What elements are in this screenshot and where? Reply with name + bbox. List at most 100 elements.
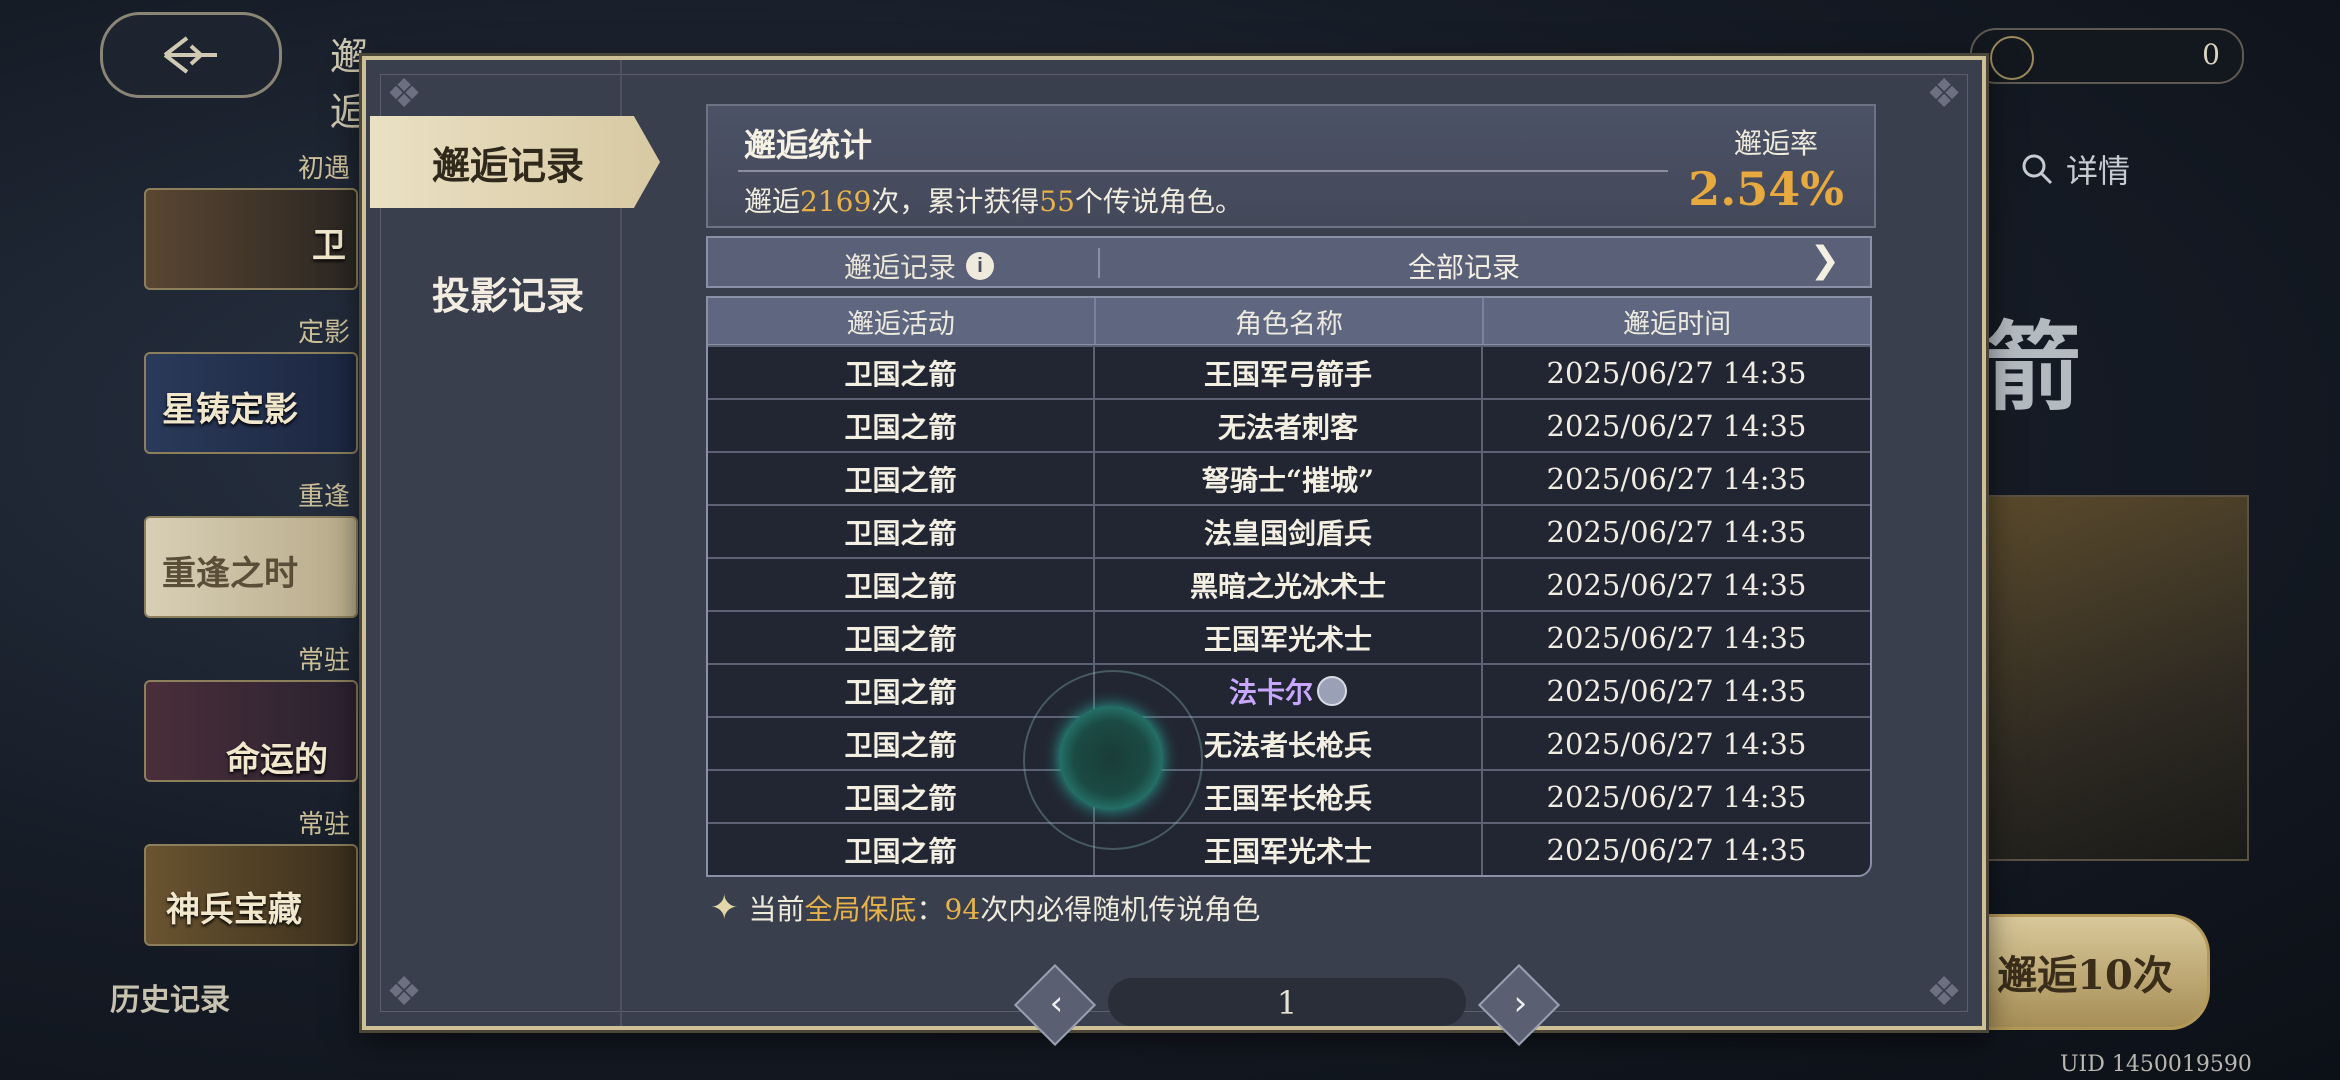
orb-core xyxy=(1059,706,1163,810)
pity-count: 94 xyxy=(944,893,981,926)
filter-value[interactable]: 全部记录 xyxy=(1408,246,1520,286)
banner-tag: 重逢 xyxy=(297,482,350,512)
cell-event: 卫国之箭 xyxy=(708,506,1095,557)
stats-description: 邂逅2169次，累计获得55个传说角色。 xyxy=(744,180,1243,220)
banner-card[interactable]: 神兵宝藏 xyxy=(144,844,358,946)
uid-label: UID 1450019590 xyxy=(2060,1052,2252,1077)
table-row: 卫国之箭 王国军光术士 2025/06/27 14:35 xyxy=(708,610,1870,663)
banner-card[interactable]: 星铸定影 xyxy=(144,352,358,454)
cell-time: 2025/06/27 14:35 xyxy=(1546,620,1807,655)
stats-desc-suffix: 个传说角色。 xyxy=(1074,185,1243,218)
tab-encounter-records[interactable]: 邂逅记录 xyxy=(370,116,660,208)
sparkle-icon: ✦ xyxy=(710,888,739,928)
column-header-time: 邂逅时间 xyxy=(1623,308,1732,340)
cell-time: 2025/06/27 14:35 xyxy=(1546,461,1807,496)
cell-time: 2025/06/27 14:35 xyxy=(1546,355,1807,390)
magnifier-icon xyxy=(2022,154,2053,185)
stats-title: 邂逅统计 xyxy=(744,126,873,164)
cell-event: 卫国之箭 xyxy=(708,400,1095,451)
legendary-character-name: 法卡尔 xyxy=(1228,675,1313,709)
banner-card[interactable]: 卫 xyxy=(144,188,358,290)
pull-ten-label: 邂逅10次 xyxy=(1997,952,2173,999)
cell-time: 2025/06/27 14:35 xyxy=(1546,567,1807,602)
banner-tag: 初遇 xyxy=(297,154,350,184)
cell-event: 卫国之箭 xyxy=(708,612,1095,663)
page-number-field[interactable]: 1 xyxy=(1108,978,1466,1026)
filter-label: 邂逅记录 xyxy=(844,251,957,284)
banner-card-label: 卫 xyxy=(312,226,346,266)
info-icon[interactable]: i xyxy=(966,252,995,280)
pity-prefix: 当前 xyxy=(748,893,805,926)
cell-name: 王国军光术士 xyxy=(1095,612,1483,663)
cell-time: 2025/06/27 14:35 xyxy=(1546,673,1807,708)
column-header-name: 角色名称 xyxy=(1096,298,1485,344)
banner-tag: 定影 xyxy=(297,318,350,348)
banner-card-label: 星铸定影 xyxy=(162,390,298,430)
currency-icon xyxy=(1990,36,2034,80)
divider xyxy=(1098,248,1100,278)
ornament-icon: ❖ xyxy=(1926,71,1962,117)
detail-label: 详情 xyxy=(2066,152,2131,190)
chevron-right-icon: › xyxy=(1513,983,1528,1024)
cell-time: 2025/06/27 14:35 xyxy=(1546,408,1807,443)
legend-count: 55 xyxy=(1039,185,1075,218)
cell-name: 法皇国剑盾兵 xyxy=(1095,506,1483,557)
stats-desc-mid: 次，累计获得 xyxy=(871,185,1040,218)
table-row: 卫国之箭 无法者长枪兵 2025/06/27 14:35 xyxy=(708,716,1870,769)
chevron-right-icon[interactable]: ❯ xyxy=(1810,240,1840,281)
back-button[interactable] xyxy=(100,12,282,98)
filter-label-group: 邂逅记录 i xyxy=(844,246,995,286)
encounter-history-modal: ❖ ❖ ❖ ❖ 邂逅记录 投影记录 邂逅统计 邂逅2169次，累计获得55个传说… xyxy=(362,56,1986,1047)
banner-title-glyph: 箭 xyxy=(1985,311,2081,424)
cell-name: 黑暗之光冰术士 xyxy=(1095,559,1483,610)
table-row: 卫国之箭 法皇国剑盾兵 2025/06/27 14:35 xyxy=(708,504,1870,557)
cell-time: 2025/06/27 14:35 xyxy=(1546,779,1807,814)
floating-touch-orb[interactable] xyxy=(1023,670,1203,850)
cell-time: 2025/06/27 14:35 xyxy=(1546,832,1807,867)
prev-page-button[interactable]: ‹ xyxy=(1013,963,1097,1047)
cell-time: 2025/06/27 14:35 xyxy=(1546,514,1807,549)
stats-desc-prefix: 邂逅 xyxy=(744,185,801,218)
cell-event: 卫国之箭 xyxy=(708,824,1095,875)
pity-colon: ： xyxy=(916,893,945,926)
banner-tag: 常驻 xyxy=(297,646,350,676)
table-row: 卫国之箭 王国军光术士 2025/06/27 14:35 xyxy=(708,822,1870,875)
column-header-event: 邂逅活动 xyxy=(708,298,1096,344)
table-row: 卫国之箭 弩骑士“摧城” 2025/06/27 14:35 xyxy=(708,451,1870,504)
cell-time: 2025/06/27 14:35 xyxy=(1546,726,1807,761)
modal-side-nav: 邂逅记录 投影记录 xyxy=(366,60,660,1026)
cell-event: 卫国之箭 xyxy=(708,347,1095,398)
cell-name: 无法者刺客 xyxy=(1095,400,1483,451)
rate-label: 邂逅率 xyxy=(1733,127,1818,160)
currency-value: 0 xyxy=(2202,38,2220,71)
cell-event: 卫国之箭 xyxy=(708,559,1095,610)
pity-suffix: 次内必得随机传说角色 xyxy=(980,893,1261,926)
chevron-left-icon: ‹ xyxy=(1049,983,1064,1024)
pull-count: 2169 xyxy=(800,185,872,218)
ornament-icon: ❖ xyxy=(1926,969,1962,1015)
banner-card-label: 重逢之时 xyxy=(162,554,298,594)
table-row: 卫国之箭 法卡尔 2025/06/27 14:35 xyxy=(708,663,1870,716)
legendary-badge-icon xyxy=(1317,675,1347,706)
history-button[interactable]: 历史记录 xyxy=(110,975,230,1019)
banner-artwork xyxy=(1985,495,2249,861)
detail-button[interactable]: 详情 xyxy=(2020,146,2130,192)
tab-projection-records[interactable]: 投影记录 xyxy=(370,246,660,338)
encounter-stats-panel: 邂逅统计 邂逅2169次，累计获得55个传说角色。 邂逅率 2.54% xyxy=(706,104,1876,228)
pull-ten-button[interactable]: 邂逅10次 xyxy=(1960,914,2210,1030)
currency-display[interactable]: 0 xyxy=(1970,28,2244,84)
table-row: 卫国之箭 王国军长枪兵 2025/06/27 14:35 xyxy=(708,769,1870,822)
banner-card[interactable]: 重逢之时 xyxy=(144,516,358,618)
back-arrow-icon xyxy=(163,36,217,74)
divider xyxy=(738,170,1668,172)
record-filter-bar[interactable]: 邂逅记录 i 全部记录 ❯ xyxy=(706,236,1872,288)
next-page-button[interactable]: › xyxy=(1477,963,1561,1047)
banner-tag: 常驻 xyxy=(297,810,350,840)
banner-card-label: 神兵宝藏 xyxy=(166,890,302,930)
cell-event: 卫国之箭 xyxy=(708,453,1095,504)
cell-name: 王国军弓箭手 xyxy=(1095,347,1483,398)
banner-card[interactable]: 命运的邂 xyxy=(144,680,358,782)
table-header: 邂逅活动 角色名称 邂逅时间 xyxy=(708,298,1870,345)
page-number: 1 xyxy=(1276,984,1298,1022)
table-row: 卫国之箭 王国军弓箭手 2025/06/27 14:35 xyxy=(708,345,1870,398)
